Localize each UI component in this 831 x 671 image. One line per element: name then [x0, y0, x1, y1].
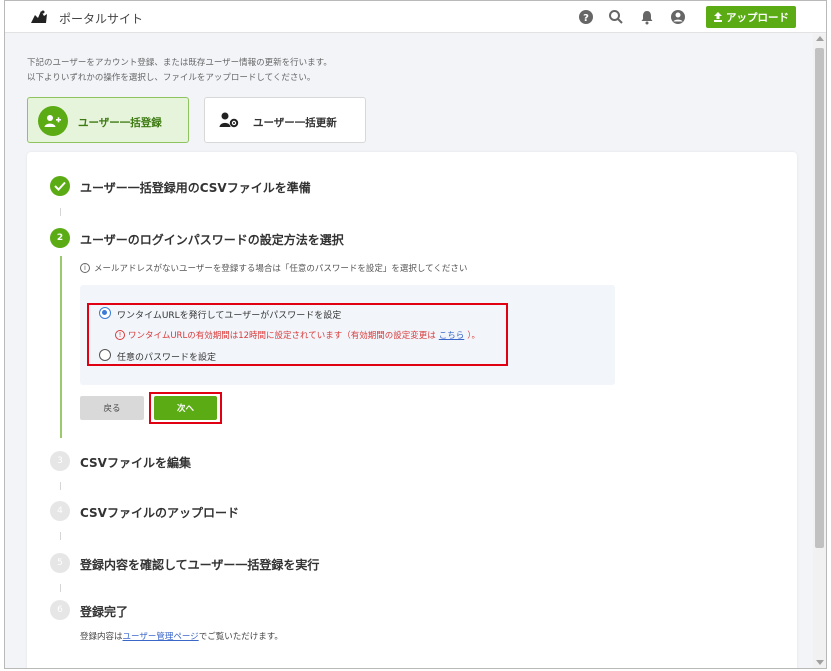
step-connector — [60, 532, 61, 540]
intro-line-1: 下記のユーザーをアカウント登録、または既存ユーザー情報の更新を行います。 — [27, 58, 332, 68]
highlight-frame-options — [87, 303, 508, 366]
back-button[interactable]: 戻る — [80, 396, 144, 420]
search-icon[interactable] — [608, 9, 624, 25]
complete-note-suffix: でご覧いただけます。 — [198, 632, 283, 642]
step-4-title: CSVファイルのアップロード — [80, 506, 239, 520]
upload-icon — [714, 12, 722, 22]
step-6-number: 6 — [50, 600, 70, 620]
step-5-number: 5 — [50, 553, 70, 573]
site-name: ポータルサイト — [59, 12, 144, 26]
complete-note-prefix: 登録内容は — [80, 632, 123, 642]
step-3-number: 3 — [50, 451, 70, 471]
step-3-title: CSVファイルを編集 — [80, 456, 191, 470]
step-6-title: 登録完了 — [80, 605, 129, 619]
add-user-icon — [38, 106, 68, 136]
tab-bulk-update[interactable]: ユーザー一括更新 — [204, 97, 366, 143]
active-step-line — [60, 256, 62, 438]
info-icon: i — [80, 263, 90, 273]
complete-note: 登録内容はユーザー管理ページでご覧いただけます。 — [80, 630, 283, 642]
browser-frame: ポータルサイト ? アップロード 下記のユーザーをアカウント登録、または既存ユー… — [4, 0, 827, 669]
logo-icon — [31, 10, 47, 23]
upload-button-label: アップロード — [726, 11, 789, 24]
svg-text:?: ? — [583, 13, 589, 24]
step-connector — [60, 208, 61, 216]
step-4-number: 4 — [50, 501, 70, 521]
password-info: i メールアドレスがないユーザーを登録する場合は「任意のパスワードを設定」を選択… — [80, 262, 467, 274]
help-icon[interactable]: ? — [578, 9, 594, 25]
tab-bulk-update-label: ユーザー一括更新 — [253, 117, 337, 129]
step-connector — [60, 584, 61, 592]
step-connector — [60, 482, 61, 490]
user-settings-icon — [219, 112, 239, 128]
step-5-title: 登録内容を確認してユーザー一括登録を実行 — [80, 558, 320, 572]
scroll-up-arrow-icon[interactable] — [816, 36, 824, 41]
steps-card: ユーザー一括登録用のCSVファイルを準備 2 ユーザーのログインパスワードの設定… — [27, 152, 797, 668]
scrollbar-thumb[interactable] — [815, 48, 824, 548]
password-info-text: メールアドレスがないユーザーを登録する場合は「任意のパスワードを設定」を選択して… — [94, 264, 468, 274]
next-button[interactable]: 次へ — [154, 396, 217, 420]
step-2-number: 2 — [50, 228, 70, 248]
intro-line-2: 以下よりいずれかの操作を選択し、ファイルをアップロードしてください。 — [27, 73, 316, 83]
step-2-title: ユーザーのログインパスワードの設定方法を選択 — [80, 233, 344, 247]
tab-bulk-register-label: ユーザー一括登録 — [78, 117, 162, 129]
intro-text: 下記のユーザーをアカウント登録、または既存ユーザー情報の更新を行います。 以下よ… — [27, 56, 332, 86]
bell-icon[interactable] — [639, 9, 655, 25]
user-management-link[interactable]: ユーザー管理ページ — [123, 632, 199, 642]
step-1-check-icon — [50, 176, 70, 196]
account-icon[interactable] — [670, 9, 686, 25]
tab-bulk-register[interactable]: ユーザー一括登録 — [27, 97, 189, 143]
top-header: ポータルサイト ? アップロード — [5, 1, 826, 33]
upload-button[interactable]: アップロード — [706, 6, 796, 28]
step-1-title: ユーザー一括登録用のCSVファイルを準備 — [80, 181, 311, 195]
scroll-down-arrow-icon[interactable] — [816, 660, 824, 665]
